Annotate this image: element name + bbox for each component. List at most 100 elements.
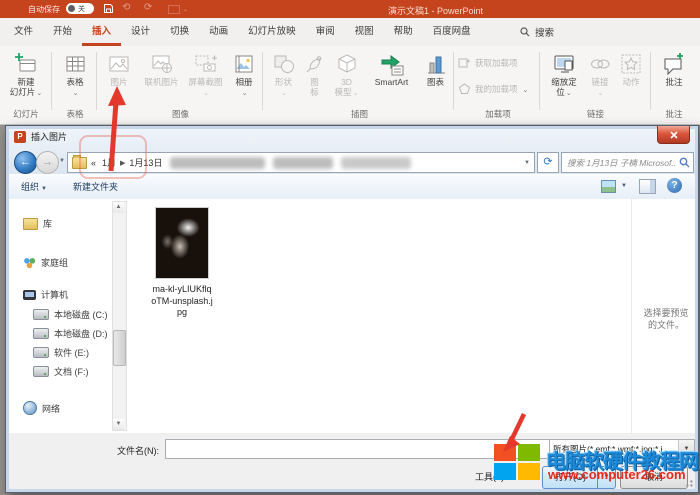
nav-history-chevron-icon[interactable]: ▼ [59,158,65,164]
dropdown-chevron-icon [522,84,529,94]
group-divider [650,52,651,110]
tab-view[interactable]: 视图 [345,18,384,46]
sidebar-item-drive-c[interactable]: 本地磁盘 (C:) [33,308,108,321]
sidebar-item-homegroup[interactable]: 家庭组 [23,256,68,269]
sidebar-item-libraries[interactable]: 库 [23,217,52,230]
save-icon[interactable] [103,3,114,14]
search-input[interactable] [565,154,677,171]
ribbon-button-link[interactable]: 链接 [586,50,614,106]
file-name: ma-kl-yLIUKflq oTM-unsplash.j pg [139,284,225,319]
search-box[interactable] [561,152,694,173]
file-item[interactable]: ma-kl-yLIUKflq oTM-unsplash.j pg [139,207,225,319]
watermark-url: www.computer26.com [548,467,686,482]
windows-logo-orange-square [494,444,516,461]
sidebar-scrollbar[interactable]: ▲ ▼ [112,201,127,431]
dropdown-chevron-icon [241,87,248,97]
group-divider [453,52,454,110]
ribbon-button-screenshot[interactable]: 屏幕截图 [185,50,226,106]
new-folder-button[interactable]: 新建文件夹 [73,180,118,193]
ribbon-button-get-addins[interactable]: 获取加载项 [458,53,546,73]
computer-icon [23,290,36,300]
group-divider [96,52,97,110]
dropdown-chevron-icon: ▼ [621,183,627,189]
get-addins-icon [458,57,471,69]
dropdown-chevron-icon [280,87,287,97]
ribbon-button-online-pictures[interactable]: 联机图片 [139,50,184,106]
preview-hint: 选择要预览的文件。 [635,307,697,331]
ribbon-search[interactable]: 搜索 [520,18,554,46]
group-divider [262,52,263,110]
forward-button[interactable]: → [36,151,59,174]
ribbon-button-icons[interactable]: 图标 [300,50,329,106]
qat-display-icon[interactable] [168,5,180,14]
organize-button[interactable]: 组织▼ [21,180,47,193]
breadcrumb-item-day[interactable]: 1月13日 [129,156,162,169]
windows-logo-yellow-square [518,463,540,480]
new-slide-icon [14,52,38,76]
button-label: 屏幕截图 [188,77,222,87]
tab-review[interactable]: 审阅 [306,18,345,46]
ribbon-button-action[interactable]: 动作 [615,50,647,106]
3d-models-icon [335,52,359,76]
scroll-up-icon[interactable]: ▲ [113,202,124,213]
preview-separator [631,199,632,433]
sidebar-item-drive-e[interactable]: 软件 (E:) [33,346,89,359]
views-button[interactable]: ▼ [601,178,629,194]
scrollbar-thumb[interactable] [113,330,126,366]
qat-customize-icon[interactable]: ⌄ [183,6,188,13]
redo-icon[interactable]: ⟳ [144,2,152,13]
button-label: 位 [556,87,565,97]
address-bar[interactable]: « 1月 ▶ 1月13日 ▼ [67,152,535,173]
zoom-icon [552,52,576,76]
ribbon-button-new-slide[interactable]: 新建幻灯片 [5,50,47,106]
ribbon-button-shapes[interactable]: 形状 [267,50,300,106]
tab-home[interactable]: 开始 [43,18,82,46]
ribbon-button-picture[interactable]: 图片 [100,50,138,106]
sidebar-item-drive-d[interactable]: 本地磁盘 (D:) [33,327,108,340]
sidebar-item-network[interactable]: 网络 [23,401,60,415]
ribbon-button-chart[interactable]: 图表 [419,50,452,106]
address-dropdown-chevron-icon[interactable]: ▼ [524,160,530,166]
ribbon-button-zoom[interactable]: 缩放定位 [544,50,584,106]
button-label: 标 [310,87,319,97]
dropdown-chevron-icon [35,87,42,97]
button-label: 动作 [622,77,639,87]
tab-baidu-netdisk[interactable]: 百度网盘 [423,18,481,46]
preview-pane-button[interactable] [639,179,656,194]
scroll-down-icon[interactable]: ▼ [113,419,124,430]
tab-file[interactable]: 文件 [4,18,43,46]
dropdown-chevron-icon: ▼ [41,186,47,192]
help-button[interactable]: ? [667,178,682,193]
ribbon-button-photo-album[interactable]: 相册 [227,50,261,106]
tab-transitions[interactable]: 切换 [160,18,199,46]
my-addins-icon [458,83,471,95]
sidebar-item-computer[interactable]: 计算机 [23,288,68,301]
ribbon-button-my-addins[interactable]: 我的加载项 [458,79,546,99]
tab-design[interactable]: 设计 [121,18,160,46]
ribbon-button-smartart[interactable]: SmartArt [364,50,419,106]
ribbon-button-comment[interactable]: 批注 [655,50,693,106]
ribbon-button-3d-models[interactable]: 3D模型 [329,50,364,106]
button-label: 模型 [335,87,352,97]
refresh-button[interactable]: ⟳ [537,152,559,173]
link-icon [588,52,612,76]
button-label: 幻灯片 [10,87,36,97]
sidebar-item-drive-f[interactable]: 文档 (F:) [33,365,89,378]
button-label: 缩放定 [551,77,577,87]
tab-animations[interactable]: 动画 [199,18,238,46]
autosave-toggle[interactable]: 关 [66,3,94,14]
tab-insert[interactable]: 插入 [82,18,121,46]
resize-grip[interactable] [685,479,693,487]
breadcrumb-item-month[interactable]: 1月 [102,156,116,169]
undo-icon[interactable]: ⟲ [122,2,130,13]
ribbon-button-table[interactable]: 表格 [56,50,94,106]
tab-help[interactable]: 帮助 [384,18,423,46]
back-button[interactable]: ← [14,151,37,174]
close-button[interactable] [657,126,690,144]
group-label-links: 链接 [544,108,647,120]
ribbon-tabrow: 文件 开始 插入 设计 切换 动画 幻灯片放映 审阅 视图 帮助 百度网盘 [0,18,700,46]
breadcrumb-chevron[interactable]: « [91,158,96,168]
tab-slideshow[interactable]: 幻灯片放映 [238,18,306,46]
window-title: 演示文稿1 - PowerPoint [388,4,483,17]
file-thumbnail[interactable] [155,207,209,279]
